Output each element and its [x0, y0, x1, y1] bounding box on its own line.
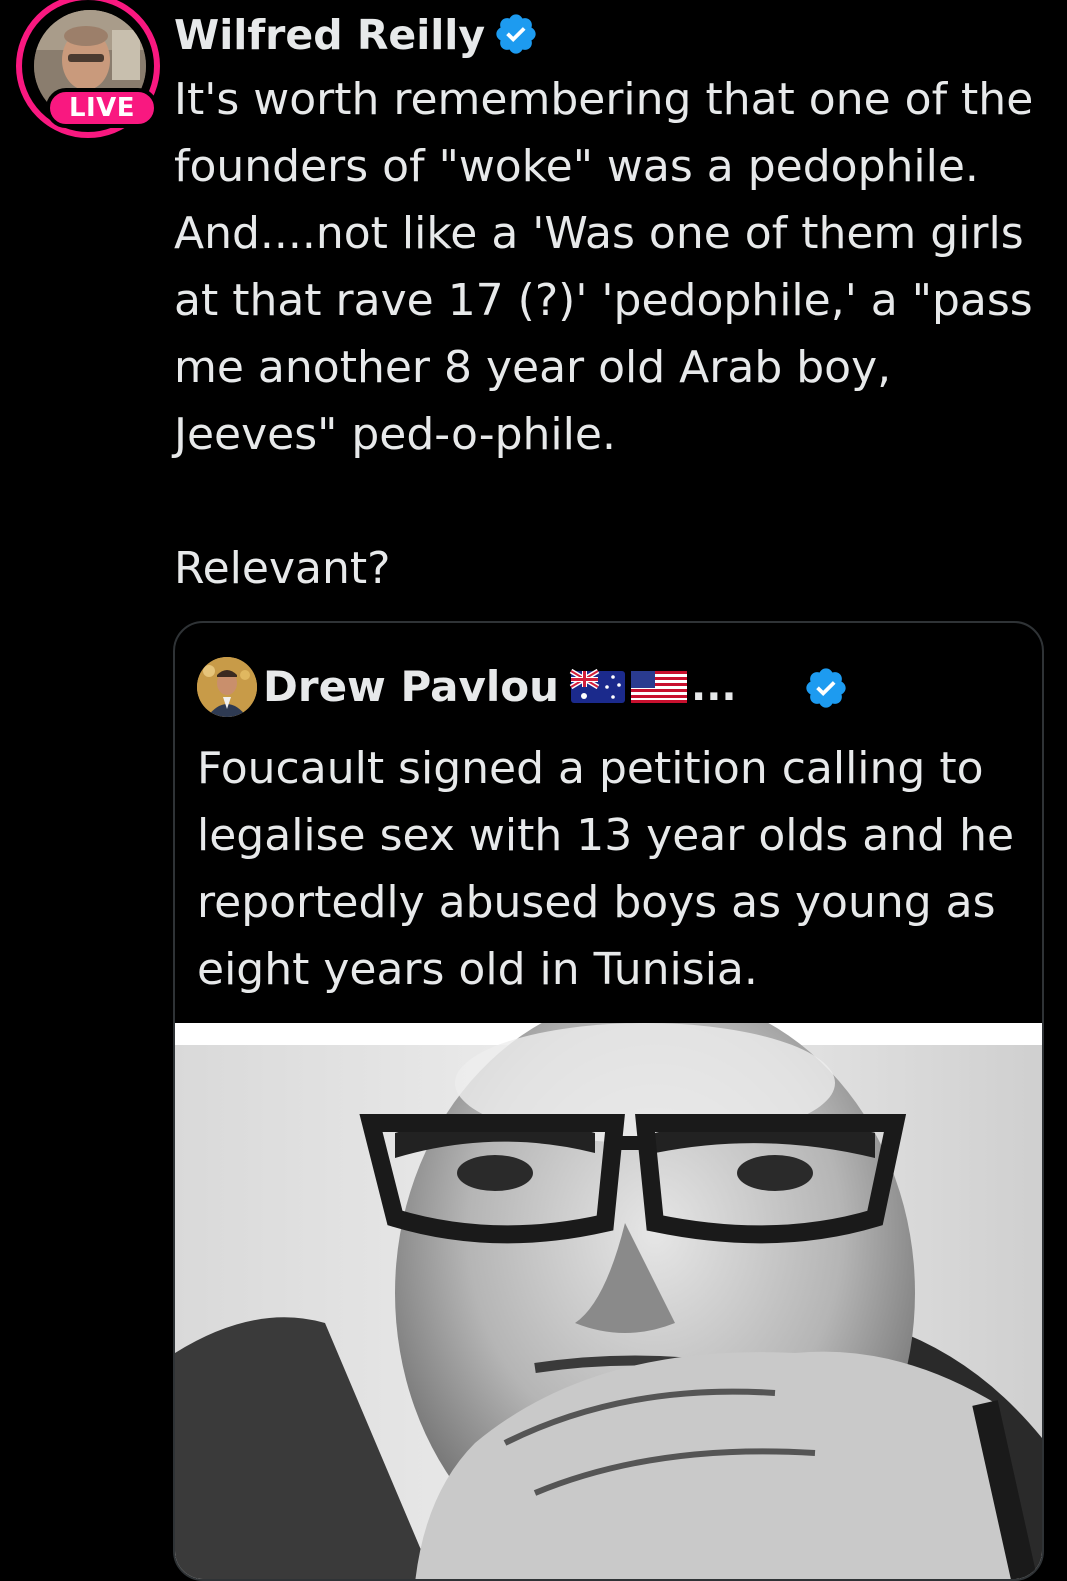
tweet-line: It's worth remembering that one of the — [174, 74, 1034, 125]
tweet: LIVE Wilfred Reilly It's worth rememberi… — [0, 0, 1067, 1581]
redaction-mark — [552, 0, 1057, 66]
author-avatar-live[interactable]: LIVE — [16, 0, 172, 140]
author-name-text: Wilfred Reilly — [174, 11, 486, 59]
name-truncation: ... — [691, 664, 737, 710]
tweet-line: Jeeves" ped-o-phile. — [174, 409, 616, 460]
usa-flag-icon — [631, 671, 687, 703]
quote-line: reportedly abused boys as young as — [197, 877, 996, 928]
australia-flag-icon — [569, 668, 625, 703]
tweet-line: at that rave 17 (?)' 'pedophile,' a "pas… — [174, 275, 1033, 326]
tweet-line: me another 8 year old Arab boy, — [174, 342, 892, 393]
tweet-closing-line: Relevant? — [174, 543, 391, 594]
tweet-line: founders of "woke" was a pedophile. — [174, 141, 979, 192]
flag-emojis — [569, 667, 689, 707]
quote-media-image[interactable] — [175, 1023, 1042, 1579]
quote-author-name[interactable]: Drew Pavlou — [263, 659, 559, 715]
author-name[interactable]: Wilfred Reilly — [174, 6, 539, 64]
quote-line: legalise sex with 13 year olds and he — [197, 810, 1015, 861]
quote-line: Foucault signed a petition calling to — [197, 743, 984, 794]
tweet-line: And....not like a 'Was one of them girls — [174, 208, 1024, 259]
quoted-tweet[interactable]: Drew Pavlou ... Foucault signed a petiti… — [173, 621, 1044, 1581]
quote-line: eight years old in Tunisia. — [197, 944, 758, 995]
verified-badge-icon — [803, 665, 849, 711]
redaction-mark — [856, 646, 1042, 732]
tweet-text: It's worth remembering that one of the f… — [174, 66, 1054, 602]
verified-badge-icon — [493, 11, 539, 57]
quote-author-avatar[interactable] — [197, 657, 257, 717]
live-badge: LIVE — [46, 88, 158, 128]
quote-text: Foucault signed a petition calling to le… — [197, 735, 1027, 1003]
